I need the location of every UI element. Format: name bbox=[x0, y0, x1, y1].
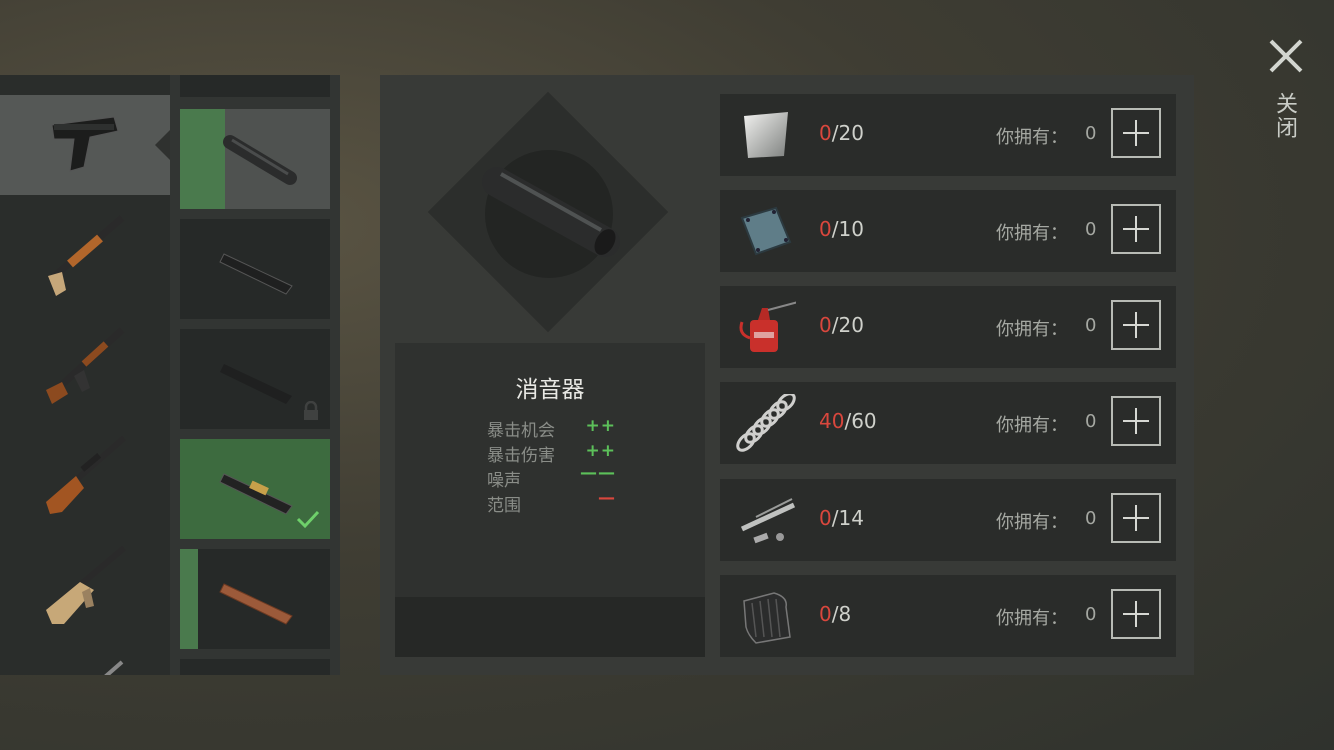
stat-label: 暴击机会 bbox=[487, 421, 555, 441]
rifle-partial-icon bbox=[104, 660, 124, 675]
add-material-button[interactable] bbox=[1111, 396, 1161, 446]
slide-gold-icon bbox=[219, 473, 293, 515]
attachment-item-partial-bottom[interactable] bbox=[180, 659, 330, 675]
stat-value: —— bbox=[580, 463, 616, 483]
attachment-list[interactable] bbox=[170, 75, 340, 675]
owned-count: 0 bbox=[1085, 508, 1097, 529]
attachment-item-partial-top[interactable] bbox=[180, 75, 330, 97]
owned-label: 你拥有： bbox=[996, 319, 1068, 340]
sniper-rifle-icon bbox=[46, 435, 126, 514]
ak-rifle-icon bbox=[46, 327, 125, 404]
material-required: /14 bbox=[831, 506, 864, 530]
shotgun-icon bbox=[47, 215, 125, 296]
stat-value: ++ bbox=[585, 441, 616, 461]
slide-dark-icon bbox=[219, 253, 293, 295]
weapon-item-assault[interactable] bbox=[0, 530, 170, 630]
weapon-list[interactable] bbox=[0, 75, 170, 675]
lock-icon bbox=[304, 401, 318, 420]
close-button[interactable]: 关闭 bbox=[1262, 36, 1310, 166]
material-row: 0/14 你拥有： 0 bbox=[720, 479, 1176, 561]
rubber-sheet-icon bbox=[743, 592, 791, 644]
stat-value: — bbox=[598, 488, 616, 508]
weapon-item-partial[interactable] bbox=[0, 640, 170, 675]
metal-plate-icon bbox=[740, 206, 792, 256]
stat-label: 噪声 bbox=[487, 471, 521, 491]
attachment-item-slide-copper[interactable] bbox=[180, 549, 330, 649]
stat-label: 暴击伤害 bbox=[487, 446, 555, 466]
material-required: /60 bbox=[844, 409, 877, 433]
assault-rifle-icon bbox=[46, 545, 126, 624]
slide-locked-icon bbox=[220, 364, 292, 404]
close-label[interactable]: 关闭 bbox=[1270, 92, 1300, 140]
owned-label: 你拥有： bbox=[996, 127, 1068, 148]
material-row: 0/20 你拥有： 0 bbox=[720, 286, 1176, 368]
gun-parts-icon bbox=[740, 498, 796, 544]
attachment-item-slide-gold[interactable] bbox=[180, 439, 330, 539]
close-icon[interactable] bbox=[1268, 38, 1304, 74]
material-current: 0 bbox=[819, 217, 832, 241]
owned-count: 0 bbox=[1085, 315, 1097, 336]
check-icon bbox=[296, 510, 320, 529]
selection-pointer bbox=[155, 130, 170, 160]
owned-count: 0 bbox=[1085, 411, 1097, 432]
stat-label: 范围 bbox=[487, 496, 521, 516]
progress-bar bbox=[180, 549, 198, 649]
pistol-icon bbox=[51, 116, 119, 172]
silencer-large-icon bbox=[482, 167, 620, 257]
material-required: /10 bbox=[831, 217, 864, 241]
weapon-item-ak[interactable] bbox=[0, 310, 170, 410]
material-current: 0 bbox=[819, 121, 832, 145]
attachment-item-silencer[interactable] bbox=[180, 109, 330, 209]
slide-copper-icon bbox=[219, 583, 293, 625]
material-required: /20 bbox=[831, 313, 864, 337]
stat-value: ++ bbox=[585, 416, 616, 436]
owned-label: 你拥有： bbox=[996, 223, 1068, 244]
add-material-button[interactable] bbox=[1111, 589, 1161, 639]
weapon-item-sniper[interactable] bbox=[0, 420, 170, 520]
owned-label: 你拥有： bbox=[996, 415, 1068, 436]
owned-count: 0 bbox=[1085, 123, 1097, 144]
add-material-button[interactable] bbox=[1111, 204, 1161, 254]
owned-label: 你拥有： bbox=[996, 512, 1068, 533]
owned-count: 0 bbox=[1085, 219, 1097, 240]
material-row: 0/10 你拥有： 0 bbox=[720, 190, 1176, 272]
item-title: 消音器 bbox=[515, 377, 585, 403]
owned-label: 你拥有： bbox=[996, 608, 1068, 629]
silencer-icon bbox=[223, 135, 297, 185]
add-material-button[interactable] bbox=[1111, 300, 1161, 350]
material-required: /8 bbox=[831, 602, 852, 626]
material-row: 0/8 你拥有： 0 bbox=[720, 575, 1176, 657]
spring-icon bbox=[736, 394, 796, 452]
material-current: 0 bbox=[819, 602, 832, 626]
weapon-item-pistol[interactable] bbox=[0, 95, 170, 195]
attachment-item-slide-locked[interactable] bbox=[180, 329, 330, 429]
material-current: 40 bbox=[819, 409, 845, 433]
material-current: 0 bbox=[819, 506, 832, 530]
metal-sheet-icon bbox=[744, 112, 788, 158]
attachment-item-slide-dark[interactable] bbox=[180, 219, 330, 319]
owned-count: 0 bbox=[1085, 604, 1097, 625]
material-current: 0 bbox=[819, 313, 832, 337]
material-row: 40/60 你拥有： 0 bbox=[720, 382, 1176, 464]
material-required: /20 bbox=[831, 121, 864, 145]
info-footer bbox=[395, 597, 705, 657]
add-material-button[interactable] bbox=[1111, 108, 1161, 158]
weapon-item-shotgun[interactable] bbox=[0, 200, 170, 300]
add-material-button[interactable] bbox=[1111, 493, 1161, 543]
material-row: 0/20 你拥有： 0 bbox=[720, 94, 1176, 176]
oil-can-icon bbox=[739, 301, 796, 352]
